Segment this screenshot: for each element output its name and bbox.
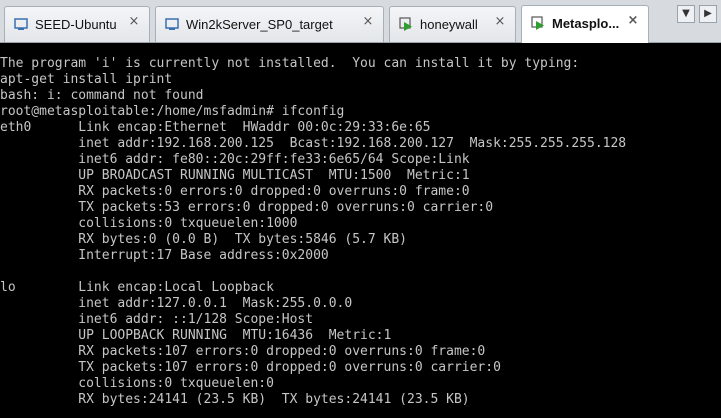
tab-list-dropdown-icon[interactable]: ▼ (677, 5, 695, 23)
vm-console-terminal[interactable]: The program 'i' is currently not install… (0, 43, 721, 418)
tab-metasploitable[interactable]: Metasplo... × (521, 5, 649, 43)
close-icon[interactable]: × (493, 15, 507, 29)
terminal-line: The program 'i' is currently not install… (0, 56, 580, 71)
vm-icon (165, 17, 179, 31)
terminal-line: TX packets:107 errors:0 dropped:0 overru… (0, 360, 501, 375)
terminal-line: UP LOOPBACK RUNNING MTU:16436 Metric:1 (0, 328, 392, 343)
terminal-line: inet6 addr: fe80::20c:29ff:fe33:6e65/64 … (0, 152, 470, 167)
close-icon[interactable]: × (361, 15, 375, 29)
terminal-line: RX packets:107 errors:0 dropped:0 overru… (0, 344, 486, 359)
terminal-line: RX packets:0 errors:0 dropped:0 overruns… (0, 184, 470, 199)
vm-running-icon (531, 16, 545, 30)
terminal-line: inet6 addr: ::1/128 Scope:Host (0, 312, 314, 327)
terminal-line: RX bytes:0 (0.0 B) TX bytes:5846 (5.7 KB… (0, 232, 407, 247)
tab-label: honeywall (420, 17, 478, 32)
terminal-line: collisions:0 txqueuelen:0 (0, 376, 274, 391)
terminal-line: inet addr:192.168.200.125 Bcast:192.168.… (0, 136, 627, 151)
tab-label: Win2kServer_SP0_target (186, 17, 333, 32)
terminal-line: eth0 Link encap:Ethernet HWaddr 00:0c:29… (0, 120, 431, 135)
terminal-output: The program 'i' is currently not install… (0, 56, 626, 408)
vm-icon (14, 17, 28, 31)
tab-seed-ubuntu[interactable]: SEED-Ubuntu × (4, 6, 150, 42)
close-icon[interactable]: × (626, 14, 640, 28)
close-icon[interactable]: × (127, 15, 141, 29)
terminal-line: lo Link encap:Local Loopback (0, 280, 274, 295)
tab-honeywall[interactable]: honeywall × (389, 6, 516, 42)
vm-tab-bar: SEED-Ubuntu × Win2kServer_SP0_target × h… (0, 0, 721, 43)
tab-label: SEED-Ubuntu (35, 17, 117, 32)
terminal-line: apt-get install iprint (0, 72, 173, 87)
terminal-line: bash: i: command not found (0, 88, 204, 103)
terminal-line: root@metasploitable:/home/msfadmin# ifco… (0, 104, 345, 119)
terminal-line: collisions:0 txqueuelen:1000 (0, 216, 298, 231)
tab-win2kserver[interactable]: Win2kServer_SP0_target × (155, 6, 384, 42)
terminal-line: inet addr:127.0.0.1 Mask:255.0.0.0 (0, 296, 353, 311)
terminal-line: TX packets:53 errors:0 dropped:0 overrun… (0, 200, 494, 215)
tab-scroll-right-icon[interactable]: ▶ (699, 5, 717, 23)
tab-label: Metasplo... (552, 16, 620, 31)
terminal-line: UP BROADCAST RUNNING MULTICAST MTU:1500 … (0, 168, 470, 183)
terminal-line: RX bytes:24141 (23.5 KB) TX bytes:24141 … (0, 392, 470, 407)
terminal-line: Interrupt:17 Base address:0x2000 (0, 248, 329, 263)
vm-running-icon (399, 17, 413, 31)
